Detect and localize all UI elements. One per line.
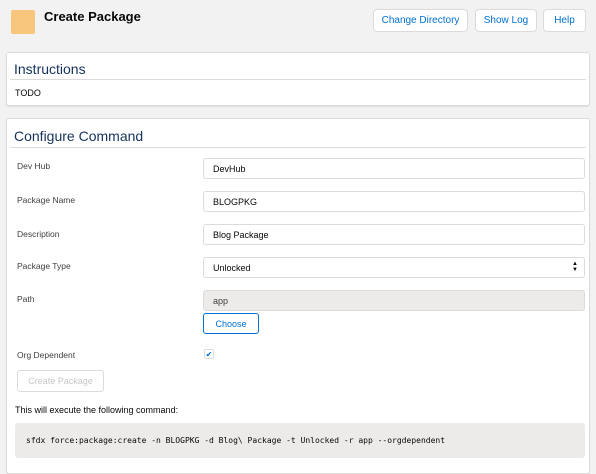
- configure-command-card: Configure Command Dev Hub DevHub Package…: [6, 118, 590, 474]
- select-arrows-icon: ▲ ▼: [572, 261, 578, 273]
- description-input[interactable]: Blog Package: [203, 224, 585, 245]
- configure-title: Configure Command: [14, 128, 144, 144]
- package-type-select[interactable]: Unlocked ▲ ▼: [203, 257, 585, 278]
- instructions-divider: [10, 79, 586, 80]
- description-label: Description: [17, 229, 60, 239]
- package-name-input[interactable]: BLOGPKG: [203, 191, 585, 212]
- help-button[interactable]: Help: [543, 9, 586, 32]
- change-directory-button[interactable]: Change Directory: [373, 9, 468, 32]
- page-header: Create Package Change Directory Show Log…: [0, 0, 596, 44]
- execute-description: This will execute the following command:: [15, 405, 179, 415]
- instructions-title: Instructions: [14, 61, 86, 77]
- app-logo-icon: [11, 10, 35, 34]
- page-title: Create Package: [44, 9, 141, 24]
- org-dependent-checkbox[interactable]: ✔: [204, 349, 214, 359]
- configure-divider: [10, 147, 586, 148]
- create-package-button[interactable]: Create Package: [17, 370, 104, 392]
- dev-hub-label: Dev Hub: [17, 161, 51, 171]
- package-name-label: Package Name: [17, 195, 76, 205]
- package-type-label: Package Type: [17, 261, 71, 271]
- instructions-body: TODO: [15, 88, 41, 98]
- dev-hub-input[interactable]: DevHub: [203, 158, 585, 179]
- choose-path-button[interactable]: Choose: [203, 313, 259, 334]
- show-log-button[interactable]: Show Log: [475, 9, 537, 32]
- path-label: Path: [17, 294, 35, 304]
- command-preview: sfdx force:package:create -n BLOGPKG -d …: [15, 423, 585, 458]
- instructions-card: Instructions TODO: [6, 52, 590, 106]
- path-input: app: [203, 290, 585, 311]
- package-type-value: Unlocked: [213, 262, 251, 273]
- org-dependent-label: Org Dependent: [17, 350, 76, 360]
